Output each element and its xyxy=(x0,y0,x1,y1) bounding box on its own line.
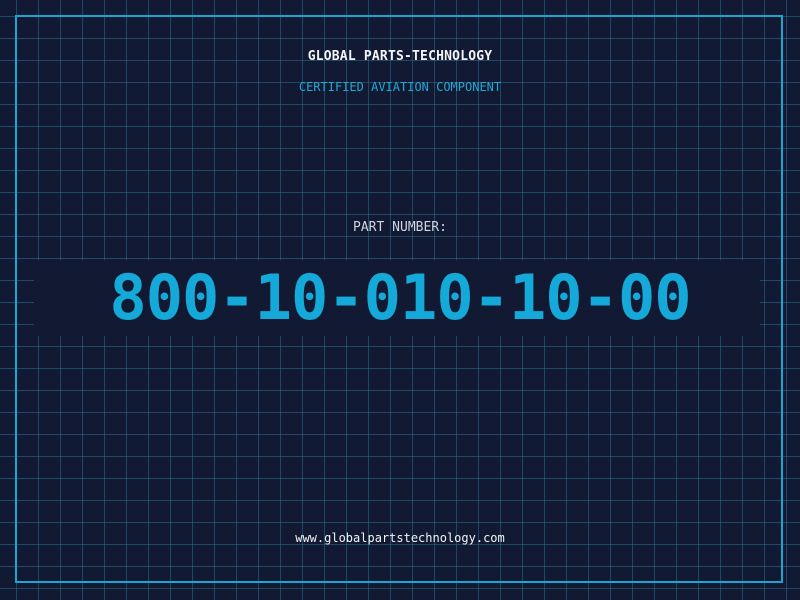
brand-title: GLOBAL PARTS-TECHNOLOGY xyxy=(307,49,493,64)
certificate-card: GLOBAL PARTS-TECHNOLOGY CERTIFIED AVIATI… xyxy=(0,0,800,600)
certification-tagline: CERTIFIED AVIATION COMPONENT xyxy=(298,80,502,94)
website-url: www.globalpartstechnology.com xyxy=(295,531,505,545)
part-number-value: 800-10-010-10-00 xyxy=(109,261,691,334)
part-number-label: PART NUMBER: xyxy=(353,220,447,235)
